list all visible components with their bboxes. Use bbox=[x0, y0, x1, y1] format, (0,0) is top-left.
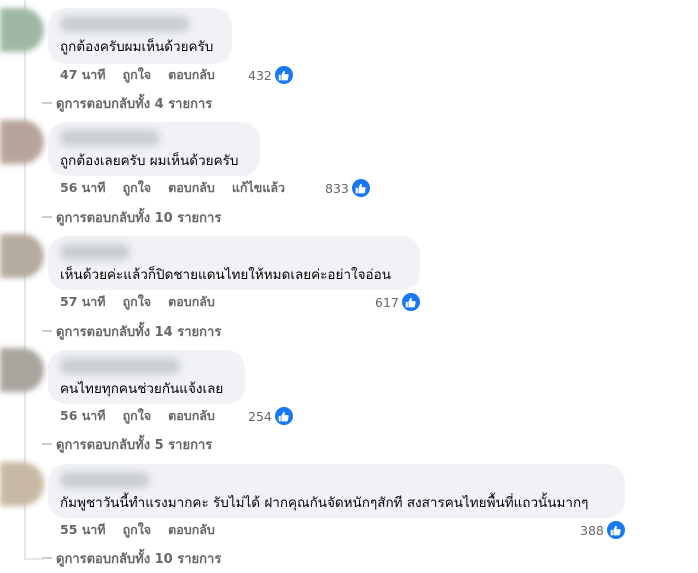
comment-bubble: กัมพูชาวันนี้ทำแรงมากคะ รับไม่ได้ ฝากคุณ… bbox=[48, 464, 625, 518]
like-button[interactable]: ถูกใจ bbox=[123, 65, 152, 85]
comment-text: ถูกต้องเลยครับ ผมเห็นด้วยครับ bbox=[60, 153, 239, 169]
commenter-name-blurred[interactable] bbox=[60, 358, 180, 374]
view-replies-label: ดูการตอบกลับทั้ง 10 รายการ bbox=[56, 210, 222, 226]
view-replies-link[interactable]: ดูการตอบกลับทั้ง 5 รายการ bbox=[42, 435, 212, 453]
reply-thread-connector bbox=[42, 216, 52, 218]
comment-text: เห็นด้วยค่ะแล้วก็ปิดชายแดนไทยให้หมดเลยค่… bbox=[60, 267, 391, 283]
view-replies-link[interactable]: ดูการตอบกลับทั้ง 14 รายการ bbox=[42, 322, 221, 340]
comment-time[interactable]: 55 นาที bbox=[60, 520, 106, 540]
comment-actions: 57 นาที ถูกใจ ตอบกลับ bbox=[60, 293, 232, 311]
thumbs-up-icon bbox=[401, 293, 420, 311]
reaction-count-value: 254 bbox=[248, 408, 272, 424]
view-replies-link[interactable]: ดูการตอบกลับทั้ง 10 รายการ bbox=[42, 549, 221, 567]
reaction-count-value: 388 bbox=[580, 522, 604, 538]
thumbs-up-icon bbox=[274, 407, 293, 425]
like-button[interactable]: ถูกใจ bbox=[123, 178, 152, 198]
like-button[interactable]: ถูกใจ bbox=[123, 406, 152, 426]
avatar[interactable] bbox=[0, 8, 44, 52]
reply-thread-connector bbox=[42, 557, 52, 559]
reply-thread-connector bbox=[42, 330, 52, 332]
thumbs-up-icon bbox=[351, 179, 370, 197]
view-replies-label: ดูการตอบกลับทั้ง 10 รายการ bbox=[56, 551, 222, 567]
thumbs-up-icon bbox=[274, 66, 293, 84]
reply-button[interactable]: ตอบกลับ bbox=[168, 292, 215, 312]
view-replies-link[interactable]: ดูการตอบกลับทั้ง 10 รายการ bbox=[42, 208, 221, 226]
thumbs-up-icon bbox=[606, 521, 625, 539]
reaction-count-value: 833 bbox=[325, 180, 349, 196]
like-button[interactable]: ถูกใจ bbox=[123, 520, 152, 540]
reply-button[interactable]: ตอบกลับ bbox=[168, 178, 215, 198]
reaction-count[interactable]: 254 bbox=[248, 407, 293, 425]
thread-line-end bbox=[24, 558, 44, 560]
avatar[interactable] bbox=[0, 120, 44, 164]
reply-thread-connector bbox=[42, 443, 52, 445]
comment-text: คนไทยทุกคนช่วยกันแจ้งเลย bbox=[60, 381, 224, 397]
commenter-name-blurred[interactable] bbox=[60, 244, 130, 260]
reaction-count-value: 617 bbox=[375, 294, 399, 310]
view-replies-label: ดูการตอบกลับทั้ง 14 รายการ bbox=[56, 324, 222, 340]
comment-time[interactable]: 56 นาที bbox=[60, 178, 106, 198]
comment-bubble: เห็นด้วยค่ะแล้วก็ปิดชายแดนไทยให้หมดเลยค่… bbox=[48, 236, 420, 290]
reply-button[interactable]: ตอบกลับ bbox=[168, 406, 215, 426]
reply-thread-connector bbox=[42, 102, 52, 104]
avatar[interactable] bbox=[0, 462, 44, 506]
edited-label[interactable]: แก้ไขแล้ว bbox=[232, 178, 285, 198]
reaction-count-value: 432 bbox=[248, 67, 272, 83]
view-replies-label: ดูการตอบกลับทั้ง 5 รายการ bbox=[56, 437, 213, 453]
comment-text: ถูกต้องครับผมเห็นด้วยครับ bbox=[60, 39, 214, 55]
reaction-count[interactable]: 617 bbox=[375, 293, 420, 311]
comment-time[interactable]: 57 นาที bbox=[60, 292, 106, 312]
like-button[interactable]: ถูกใจ bbox=[123, 292, 152, 312]
comment-actions: 55 นาที ถูกใจ ตอบกลับ bbox=[60, 521, 232, 539]
reaction-count[interactable]: 432 bbox=[248, 66, 293, 84]
view-replies-link[interactable]: ดูการตอบกลับทั้ง 4 รายการ bbox=[42, 94, 212, 112]
avatar[interactable] bbox=[0, 348, 44, 392]
view-replies-label: ดูการตอบกลับทั้ง 4 รายการ bbox=[56, 96, 213, 112]
comment-bubble: คนไทยทุกคนช่วยกันแจ้งเลย bbox=[48, 350, 245, 404]
commenter-name-blurred[interactable] bbox=[60, 130, 160, 146]
reply-button[interactable]: ตอบกลับ bbox=[168, 65, 215, 85]
comment-text: กัมพูชาวันนี้ทำแรงมากคะ รับไม่ได้ ฝากคุณ… bbox=[60, 495, 589, 511]
commenter-name-blurred[interactable] bbox=[60, 16, 190, 32]
commenter-name-blurred[interactable] bbox=[60, 472, 150, 488]
reaction-count[interactable]: 388 bbox=[580, 521, 625, 539]
avatar[interactable] bbox=[0, 234, 44, 278]
comment-time[interactable]: 56 นาที bbox=[60, 406, 106, 426]
comment-actions: 47 นาที ถูกใจ ตอบกลับ bbox=[60, 66, 232, 84]
reply-button[interactable]: ตอบกลับ bbox=[168, 520, 215, 540]
comment-time[interactable]: 47 นาที bbox=[60, 65, 106, 85]
comment-actions: 56 นาที ถูกใจ ตอบกลับ แก้ไขแล้ว bbox=[60, 179, 302, 197]
comment-actions: 56 นาที ถูกใจ ตอบกลับ bbox=[60, 407, 232, 425]
comment-bubble: ถูกต้องครับผมเห็นด้วยครับ bbox=[48, 8, 232, 64]
comment-bubble: ถูกต้องเลยครับ ผมเห็นด้วยครับ bbox=[48, 122, 260, 176]
reaction-count[interactable]: 833 bbox=[325, 179, 370, 197]
